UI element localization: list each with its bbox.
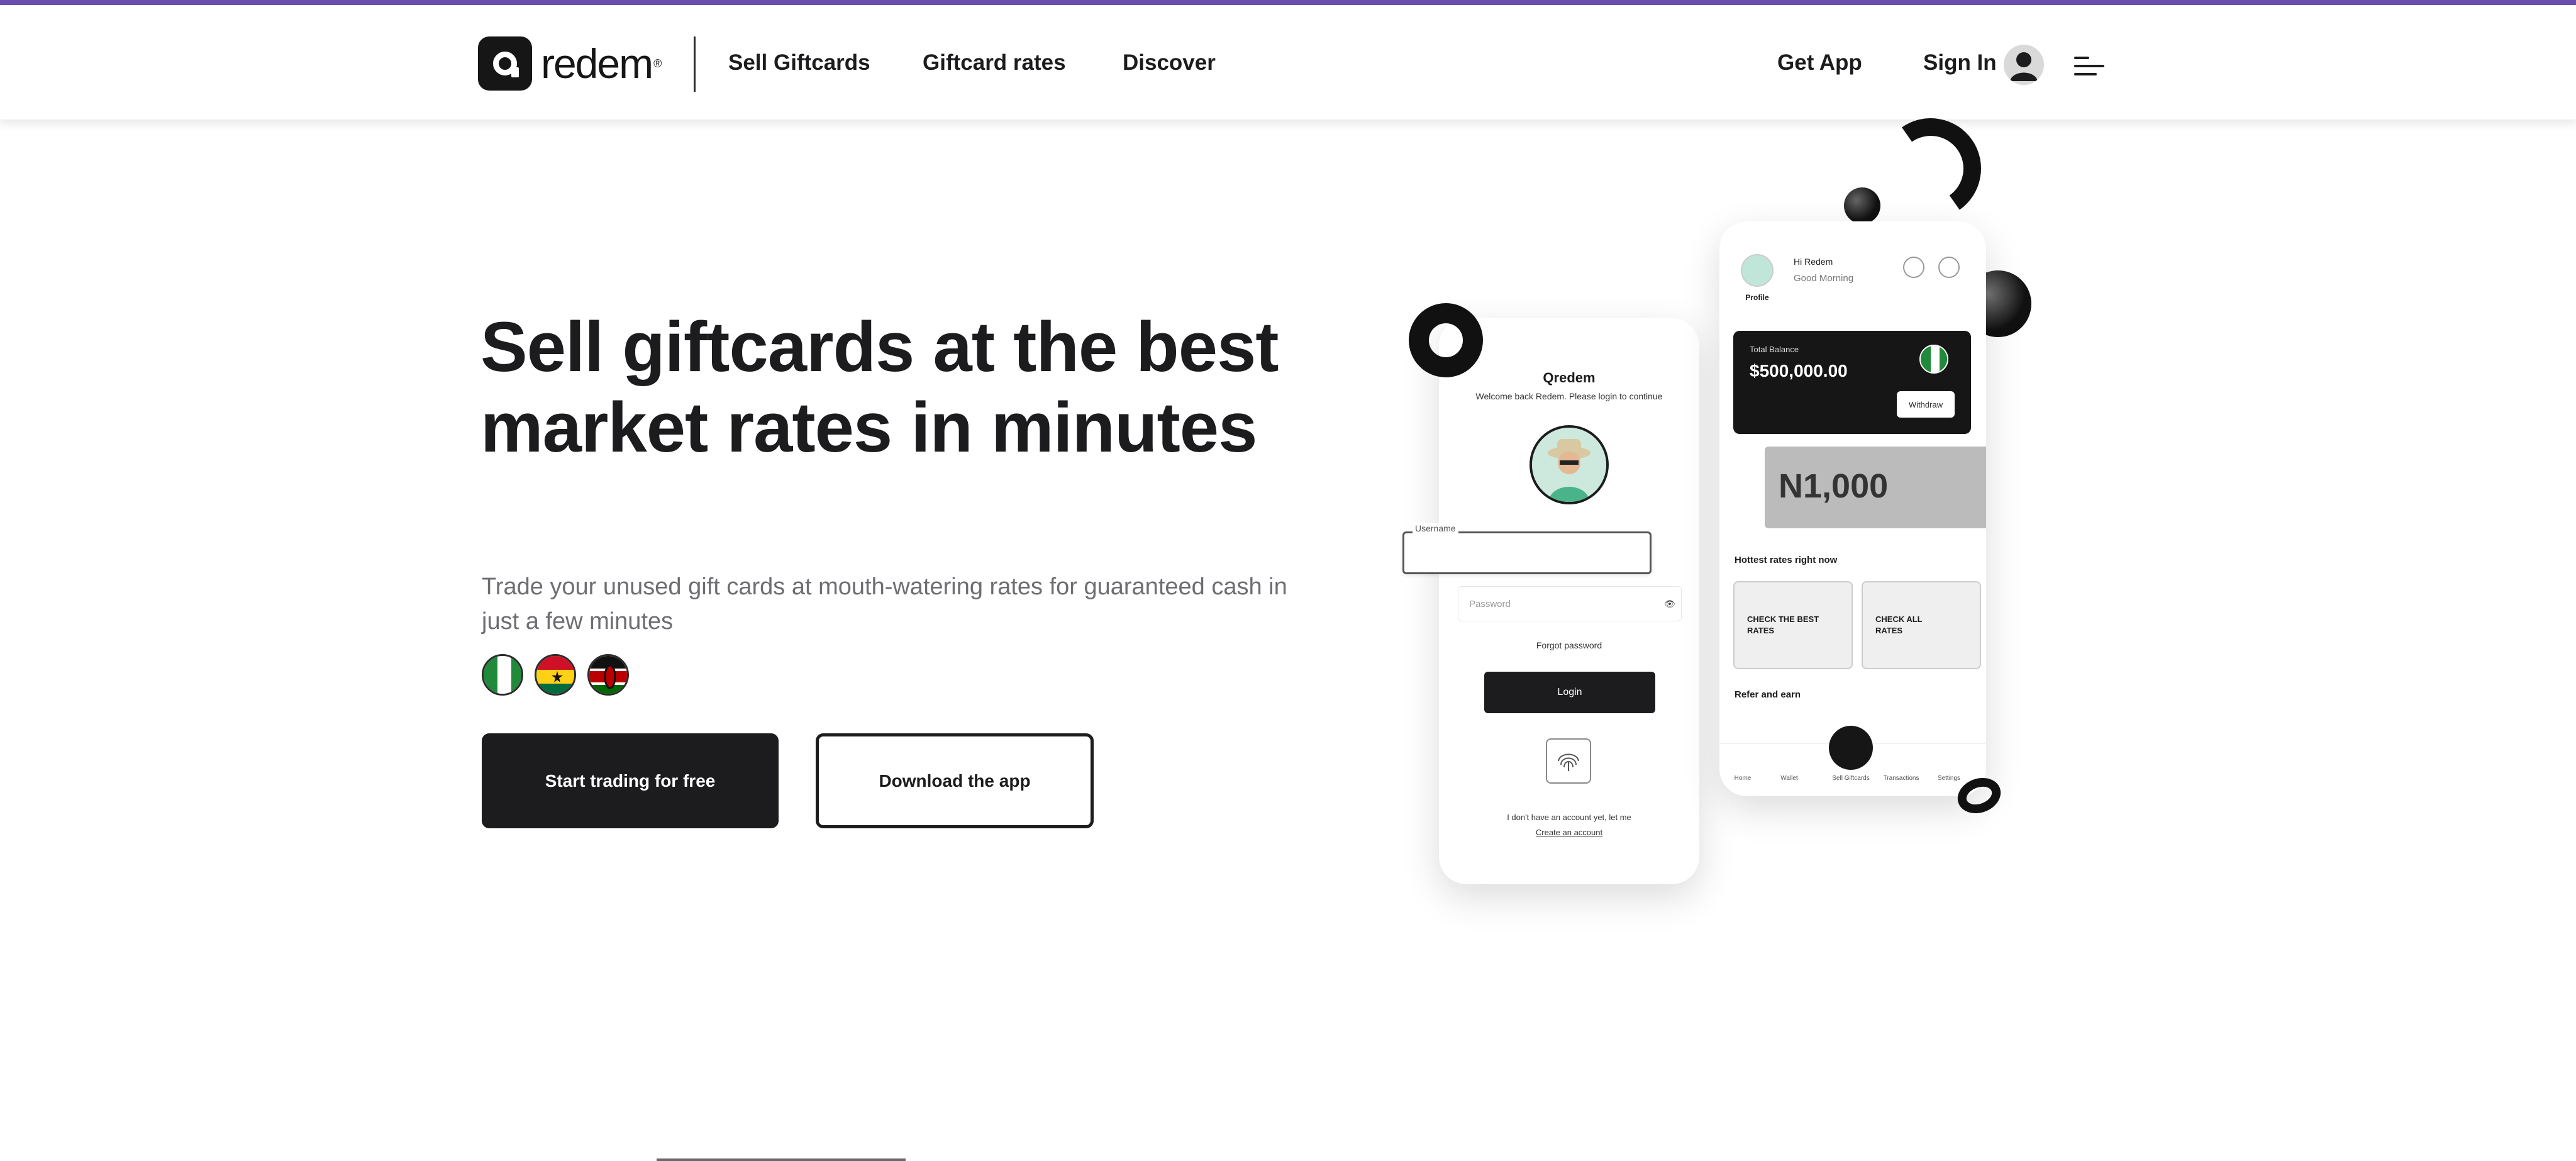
decorative-arc-shape (1872, 110, 1989, 227)
referral-amount: N1,000 (1779, 467, 1889, 505)
home-avatar-icon (1741, 254, 1774, 287)
nav-discover[interactable]: Discover (1123, 50, 1216, 75)
tab-wallet[interactable]: Wallet (1767, 775, 1811, 782)
balance-flag-icon (1919, 345, 1948, 374)
user-avatar-icon[interactable] (2004, 45, 2044, 85)
download-app-button[interactable]: Download the app (816, 733, 1094, 828)
total-balance-label: Total Balance (1750, 345, 1799, 354)
hero-subtitle: Trade your unused gift cards at mouth-wa… (482, 574, 1287, 635)
tab-home[interactable]: Home (1721, 775, 1765, 782)
brand-logo[interactable]: redem ® (478, 35, 662, 92)
greeting-text: Hi Redem (1794, 257, 1833, 267)
username-label: Username (1413, 523, 1458, 533)
nav-sign-in[interactable]: Sign In (1923, 50, 1997, 75)
all-rates-card-label: CHECK ALL RATES (1875, 614, 1923, 635)
header-divider (694, 36, 696, 92)
password-placeholder: Password (1469, 599, 1511, 609)
brand-name: redem (541, 40, 653, 87)
top-accent-bar (0, 0, 2576, 5)
withdraw-button[interactable]: Withdraw (1897, 391, 1955, 418)
login-avatar-icon (1530, 425, 1609, 504)
section-divider (657, 1158, 906, 1161)
sell-giftcards-fab-icon[interactable] (1829, 726, 1873, 770)
nav-sell-giftcards[interactable]: Sell Giftcards (728, 50, 870, 75)
create-account-link[interactable]: Create an account (1439, 828, 1699, 837)
hamburger-menu-icon[interactable] (2074, 57, 2104, 77)
profile-label: Profile (1745, 293, 1769, 302)
kenya-flag-icon (587, 654, 629, 696)
best-rates-card-label: CHECK THE BEST RATES (1747, 614, 1819, 635)
refer-earn-heading: Refer and earn (1735, 689, 1801, 700)
home-phone-mockup: Profile Hi Redem Good Morning Total Bala… (1719, 221, 1986, 796)
username-field[interactable] (1402, 531, 1652, 574)
login-phone-mockup: Qredem Welcome back Redem. Please login … (1439, 318, 1699, 884)
phone-logo: Qredem (1543, 370, 1596, 386)
login-welcome-text: Welcome back Redem. Please login to cont… (1475, 391, 1663, 401)
play-icon[interactable] (1903, 257, 1924, 278)
ghana-flag-icon (535, 654, 576, 696)
decorative-torus (1409, 303, 1483, 377)
tab-transactions[interactable]: Transactions (1879, 775, 1923, 782)
login-button[interactable]: Login (1484, 672, 1655, 713)
site-header: redem ® Sell Giftcards Giftcard rates Di… (0, 5, 2576, 119)
forgot-password-link[interactable]: Forgot password (1439, 640, 1699, 650)
hero-title: Sell giftcards at the best market rates … (480, 308, 1279, 467)
trademark: ® (653, 57, 662, 70)
balance-value: $500,000.00 (1750, 361, 1848, 381)
nav-get-app[interactable]: Get App (1777, 50, 1862, 75)
logo-mark-icon (478, 36, 532, 91)
start-trading-button[interactable]: Start trading for free (482, 733, 779, 828)
tab-settings[interactable]: Settings (1927, 775, 1971, 782)
eye-icon[interactable]: 👁 (1664, 599, 1675, 609)
notification-icon[interactable] (1938, 257, 1960, 278)
fingerprint-icon[interactable] (1546, 738, 1591, 784)
hottest-rates-heading: Hottest rates right now (1735, 555, 1838, 565)
tab-sell-giftcards[interactable]: Sell Giftcards (1829, 775, 1873, 782)
decorative-sphere-small (1844, 187, 1880, 224)
nigeria-flag-icon (482, 654, 523, 696)
nav-giftcard-rates[interactable]: Giftcard rates (923, 50, 1066, 75)
no-account-text: I don't have an account yet, let me (1507, 813, 1631, 822)
good-morning-text: Good Morning (1794, 273, 1854, 284)
